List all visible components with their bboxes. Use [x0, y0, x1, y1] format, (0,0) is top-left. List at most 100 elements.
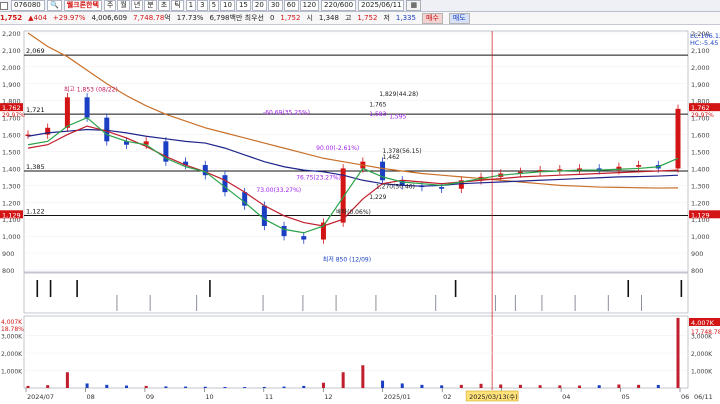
- candle-body: [281, 225, 287, 237]
- high-label: 고: [344, 14, 352, 22]
- x-last-label: 06/11: [694, 393, 713, 401]
- ma-legend-label: HC:-5.45: [690, 39, 718, 47]
- y-tick-label-left: 800: [2, 267, 14, 275]
- volume-bar: [144, 385, 148, 388]
- volume-bar: [656, 385, 660, 388]
- volume-bar: [65, 372, 69, 388]
- x-tick-label: 2024/07: [27, 393, 54, 401]
- y-tick-label-right: 900: [691, 250, 703, 258]
- y-tick-label-right: 1,900: [691, 81, 710, 89]
- volume-bar: [26, 385, 30, 388]
- buy-button[interactable]: 매수: [421, 12, 443, 24]
- candle-body: [64, 97, 70, 128]
- y-tick-label-left: 1,400: [2, 165, 21, 173]
- stock-code-input[interactable]: 076080: [11, 0, 45, 11]
- count-field[interactable]: 220/600: [321, 0, 357, 11]
- chart-annotation: 1,595: [389, 113, 406, 120]
- y-tick-label-left: 2,100: [2, 47, 21, 55]
- open-value: 1,752: [280, 14, 301, 22]
- chart-annotation: 1,462: [383, 154, 400, 161]
- volume-bar: [617, 384, 621, 388]
- interval-tab-30[interactable]: 30: [267, 0, 283, 11]
- chart-annotation: 1,583: [369, 111, 386, 118]
- x-tick-label: 10: [205, 393, 213, 401]
- interval-tab-20[interactable]: 20: [251, 0, 267, 11]
- x-tick-label: 08: [86, 393, 94, 401]
- volume-bar: [243, 387, 247, 388]
- volume-tick-label-left: 3,000K: [1, 334, 23, 341]
- stock-chart[interactable]: 800 800900 9001,000 1,0001,100 1,1001,200 1,2…: [0, 25, 720, 404]
- volume-bar: [538, 385, 542, 388]
- prev-volume-value: 6,798: [209, 14, 230, 22]
- chart-annotation: 1,829(44.28): [379, 91, 418, 98]
- y-tick-label-left: 1,500: [2, 149, 21, 157]
- volume-bar: [400, 383, 404, 388]
- right-price-marker-sub: 29.97%: [691, 112, 714, 119]
- volume-bar: [203, 386, 207, 388]
- change: ▲404: [28, 14, 47, 22]
- candle-body: [222, 175, 228, 193]
- x-tick-label: 02: [443, 393, 451, 401]
- interval-tab-15[interactable]: 15: [235, 0, 251, 11]
- chart-annotation: 최고 1,853 (08/22): [64, 86, 118, 94]
- x-tick-label: 05: [622, 393, 630, 401]
- volume-bar: [223, 386, 227, 388]
- candle-body: [439, 187, 445, 189]
- low-value: 1,335: [395, 14, 416, 22]
- chart-annotation: 73.00(33.27%): [256, 187, 301, 194]
- volume-left-top-label: 4,007K: [1, 319, 23, 326]
- interval-tab-1[interactable]: 1: [185, 0, 197, 11]
- x-tick-label: 04: [562, 393, 570, 401]
- interval-tab-3[interactable]: 3: [197, 0, 208, 11]
- candle-body: [84, 97, 90, 118]
- interval-tab-120[interactable]: 120: [299, 0, 320, 11]
- interval-tab-60[interactable]: 60: [283, 0, 299, 11]
- x-tick-label: 12: [324, 393, 332, 401]
- period-tab-5[interactable]: 틱: [171, 0, 184, 11]
- chart-annotation: -60.69(35.25%): [263, 109, 310, 116]
- low-label: 저: [383, 14, 390, 22]
- reference-line-label: 1,385: [26, 163, 45, 171]
- stock-name[interactable]: 웰크론한텍: [63, 0, 102, 11]
- signal-panel: [23, 272, 689, 314]
- period-tab-2[interactable]: 년: [130, 0, 144, 11]
- y-tick-label-right: 2,100: [691, 47, 710, 55]
- y-tick-label-left: 1,900: [2, 81, 21, 89]
- y-tick-label-left: 2,000: [2, 64, 21, 72]
- open-label: 시: [306, 14, 313, 22]
- period-tab-1[interactable]: 월: [117, 0, 130, 11]
- chart-annotation: 90.00(-2.61%): [316, 145, 359, 152]
- interval-tab-10[interactable]: 10: [220, 0, 235, 11]
- y-tick-label-right: 1,500: [691, 149, 710, 157]
- high2-value: 1,752: [357, 14, 378, 22]
- volume-bar: [597, 385, 601, 388]
- x-tick-label: 06: [681, 393, 689, 401]
- volume-tick-label-right: 1,000K: [691, 369, 713, 376]
- calendar-button[interactable]: ▦: [406, 0, 422, 11]
- volume: 4,006,609: [91, 14, 128, 22]
- volume-bar: [637, 384, 641, 388]
- reference-line-label: 1,122: [26, 207, 45, 215]
- volume-bar: [164, 386, 168, 388]
- chart-annotation: 최저 850 (12/09): [323, 256, 371, 264]
- checkbox-icon[interactable]: [0, 1, 8, 10]
- period-tab-4[interactable]: 초: [157, 0, 171, 11]
- high-value: 1,348: [318, 14, 339, 22]
- period-tab-0[interactable]: 주: [103, 0, 117, 11]
- interval-tab-5[interactable]: 5: [208, 0, 220, 11]
- y-tick-label-right: 1,400: [691, 165, 710, 173]
- y-tick-label-left: 900: [2, 250, 14, 258]
- volume-bar: [46, 385, 50, 388]
- y-tick-label-right: 1,200: [691, 199, 710, 207]
- date-field[interactable]: 2025/06/11: [358, 0, 405, 11]
- sell-button[interactable]: 매도: [448, 12, 470, 24]
- change-value: 404: [33, 14, 47, 22]
- y-tick-label-right: 1,600: [691, 132, 710, 140]
- right-price-marker-label: 1,762: [691, 104, 710, 112]
- period-tab-3[interactable]: 분: [144, 0, 157, 11]
- chart-annotation: 76.75(23.27%): [296, 174, 341, 181]
- volume-bar: [558, 385, 562, 388]
- search-button[interactable]: 🔍: [47, 0, 62, 11]
- reference-line-label: 2,069: [26, 47, 45, 55]
- amount-value: 7,748.78: [133, 14, 165, 22]
